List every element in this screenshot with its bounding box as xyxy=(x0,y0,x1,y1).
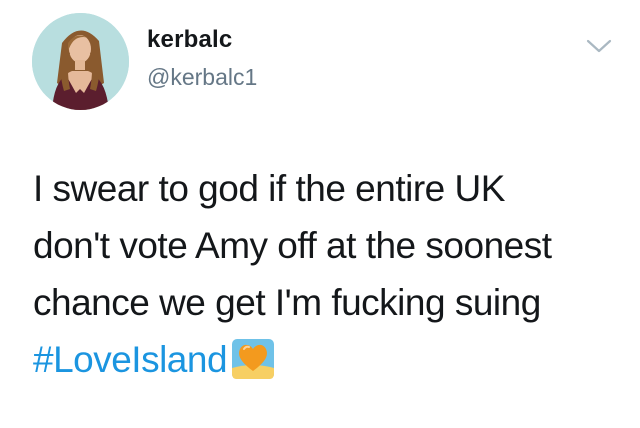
hashtag-link[interactable]: #LoveIsland xyxy=(33,339,228,380)
tweet-text-line: don't vote Amy off at the soonest xyxy=(33,225,552,266)
chevron-down-icon[interactable] xyxy=(585,36,613,56)
tweet: kerbalc @kerbalc1 I swear to god if the … xyxy=(0,0,640,428)
avatar[interactable] xyxy=(32,13,129,110)
user-handle[interactable]: @kerbalc1 xyxy=(147,64,257,91)
tweet-text: I swear to god if the entire UK don't vo… xyxy=(33,160,633,388)
tweet-text-line: #LoveIsland xyxy=(33,331,633,388)
tweet-text-line: chance we get I'm fucking suing xyxy=(33,282,541,323)
display-name[interactable]: kerbalc xyxy=(147,26,232,54)
orange-heart-island-emoji xyxy=(231,338,275,380)
tweet-text-line: I swear to god if the entire UK xyxy=(33,168,505,209)
